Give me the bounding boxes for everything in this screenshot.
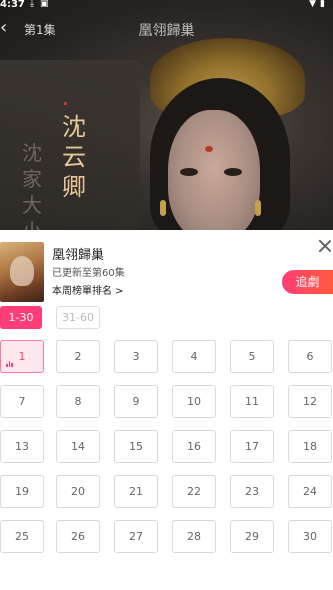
status-time: 4:37: [0, 0, 25, 10]
episode-item[interactable]: 16: [172, 430, 216, 463]
download-icon: ⤓▣: [30, 0, 55, 9]
episode-item[interactable]: 9: [114, 385, 158, 418]
episode-item[interactable]: 8: [56, 385, 100, 418]
update-status: 已更新至第60集: [52, 268, 125, 279]
right-earring: [255, 200, 261, 216]
close-icon[interactable]: [317, 238, 333, 254]
left-earring: [160, 200, 166, 216]
calligraphy-seal: [64, 102, 67, 105]
video-title: 凰翎歸巢: [138, 23, 195, 39]
episode-item[interactable]: 26: [56, 520, 100, 553]
episode-item[interactable]: 4: [172, 340, 216, 373]
right-eye: [224, 168, 242, 176]
weekly-rank-link[interactable]: 本周榜單排名 >: [52, 282, 124, 297]
playing-icon: [6, 361, 13, 367]
episode-item[interactable]: 10: [172, 385, 216, 418]
episode-item[interactable]: 15: [114, 430, 158, 463]
status-bar: 4:37 ⤓▣ ▼▮: [0, 0, 333, 12]
episode-item[interactable]: 27: [114, 520, 158, 553]
left-eye: [180, 168, 198, 176]
episode-item[interactable]: 11: [230, 385, 274, 418]
forehead-mark: [205, 146, 213, 152]
episode-item[interactable]: 14: [56, 430, 100, 463]
episode-item[interactable]: 18: [288, 430, 332, 463]
episode-item[interactable]: 21: [114, 475, 158, 508]
episode-item[interactable]: 3: [114, 340, 158, 373]
follow-button[interactable]: 追劇: [282, 270, 333, 294]
episode-item[interactable]: 1: [0, 340, 44, 373]
tab-range-31-60[interactable]: 31-60: [56, 306, 100, 329]
episode-item[interactable]: 12: [288, 385, 332, 418]
episode-item[interactable]: 22: [172, 475, 216, 508]
episode-item[interactable]: 5: [230, 340, 274, 373]
tab-range-1-30[interactable]: 1-30: [0, 306, 42, 329]
drama-poster[interactable]: [0, 242, 44, 302]
episode-item[interactable]: 23: [230, 475, 274, 508]
episode-item[interactable]: 19: [0, 475, 44, 508]
drama-title: 凰翎歸巢: [52, 248, 105, 263]
signal-icon: ▼▮: [309, 0, 329, 9]
calligraphy-character-role: 沈家大小: [22, 141, 42, 230]
episode-item[interactable]: 28: [172, 520, 216, 553]
episode-item[interactable]: 24: [288, 475, 332, 508]
episode-item[interactable]: 7: [0, 385, 44, 418]
episode-item[interactable]: 25: [0, 520, 44, 553]
episode-item[interactable]: 2: [56, 340, 100, 373]
episode-item[interactable]: 30: [288, 520, 332, 553]
episode-item[interactable]: 13: [0, 430, 44, 463]
episode-item[interactable]: 17: [230, 430, 274, 463]
calligraphy-character-name: 沈云卿: [62, 113, 86, 201]
video-top-bar: ‹ 第1集 凰翎歸巢: [0, 14, 333, 42]
episode-item[interactable]: 29: [230, 520, 274, 553]
video-player[interactable]: 沈云卿 沈家大小 4:37 ⤓▣ ▼▮ ‹ 第1集 凰翎歸巢: [0, 0, 333, 230]
episode-item[interactable]: 20: [56, 475, 100, 508]
episode-item[interactable]: 6: [288, 340, 332, 373]
episode-sheet: 凰翎歸巢 已更新至第60集 本周榜單排名 > 追劇 選集 1-30 31-60 …: [0, 230, 333, 590]
